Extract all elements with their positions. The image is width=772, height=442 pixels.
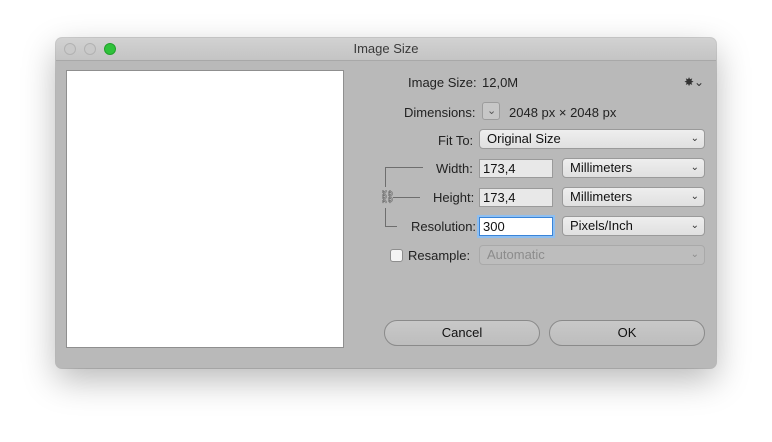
- width-unit-value: Millimeters: [570, 160, 633, 175]
- resample-label: Resample:: [408, 248, 471, 263]
- resolution-unit-value: Pixels/Inch: [570, 218, 633, 233]
- chevron-down-icon: ⌄: [690, 162, 699, 173]
- constrain-bracket-middle: [393, 197, 420, 198]
- window-title: Image Size: [353, 41, 419, 56]
- resolution-unit-select[interactable]: Pixels/Inch ⌄: [562, 216, 705, 236]
- fit-to-label: Fit To:: [438, 133, 474, 148]
- chevron-down-icon: ⌄: [487, 105, 497, 117]
- fit-to-value: Original Size: [487, 131, 561, 146]
- resample-method-select: Automatic ⌄: [479, 245, 705, 265]
- dimensions-label: Dimensions:: [404, 105, 476, 120]
- width-input[interactable]: [479, 159, 553, 178]
- height-unit-select[interactable]: Millimeters ⌄: [562, 187, 705, 207]
- chevron-down-icon: ⌄: [690, 249, 699, 260]
- height-unit-value: Millimeters: [570, 189, 633, 204]
- chevron-down-icon: ⌄: [690, 220, 699, 231]
- constrain-bracket-bottom: [385, 226, 397, 227]
- ok-button[interactable]: OK: [549, 320, 705, 346]
- title-bar: Image Size: [56, 38, 716, 61]
- resolution-input[interactable]: [479, 217, 553, 236]
- dimensions-value: 2048 px × 2048 px: [509, 105, 617, 120]
- resample-method-value: Automatic: [487, 247, 545, 262]
- chevron-down-icon: ⌄: [690, 133, 699, 144]
- constrain-bracket-top: [385, 167, 423, 168]
- chevron-down-icon: ⌄: [690, 191, 699, 202]
- dimensions-unit-toggle[interactable]: ⌄: [482, 102, 500, 120]
- image-size-label: Image Size:: [408, 75, 477, 90]
- gear-icon[interactable]: ✸⌄: [684, 75, 704, 89]
- height-input[interactable]: [479, 188, 553, 207]
- resample-checkbox[interactable]: [390, 249, 403, 262]
- cancel-button[interactable]: Cancel: [384, 320, 540, 346]
- resolution-label: Resolution:: [411, 219, 477, 234]
- image-size-value: 12,0M: [482, 75, 519, 90]
- image-size-dialog: Image Size Image Size: 12,0M ✸⌄ Dimensio…: [56, 38, 716, 368]
- width-label: Width:: [436, 161, 473, 176]
- height-label: Height:: [433, 190, 475, 205]
- fit-to-select[interactable]: Original Size ⌄: [479, 129, 705, 149]
- link-icon[interactable]: ⛓: [379, 189, 396, 205]
- constrain-bracket-top-vertical: [385, 167, 386, 187]
- constrain-bracket-bottom-vertical: [385, 208, 386, 227]
- width-unit-select[interactable]: Millimeters ⌄: [562, 158, 705, 178]
- image-preview: [66, 70, 344, 348]
